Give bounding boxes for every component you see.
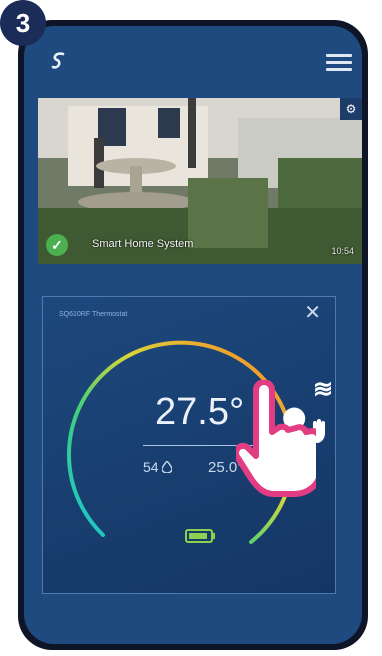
pointer-hand-icon xyxy=(236,380,316,497)
step-badge: 3 xyxy=(0,0,46,46)
top-bar xyxy=(24,26,362,96)
hamburger-menu-icon[interactable] xyxy=(326,54,352,75)
humidity-value: 54 xyxy=(143,459,159,475)
camera-image xyxy=(38,98,362,264)
camera-preview[interactable]: ⚙ ✓ Smart Home System 10:54 xyxy=(38,98,362,264)
camera-time: 10:54 xyxy=(331,246,354,256)
step-number: 3 xyxy=(15,7,31,38)
set-temperature: 27.5° xyxy=(155,391,245,433)
gear-icon[interactable]: ⚙ xyxy=(340,98,362,120)
check-icon: ✓ xyxy=(46,234,68,256)
humidity-reading: 54 xyxy=(143,459,173,475)
app-screen: ⚙ ✓ Smart Home System 10:54 SQ610RF Ther… xyxy=(24,26,362,644)
salus-logo-icon[interactable] xyxy=(48,50,70,72)
humidity-drop-icon xyxy=(162,461,173,473)
camera-name: Smart Home System xyxy=(92,238,194,250)
battery-icon xyxy=(185,529,215,543)
